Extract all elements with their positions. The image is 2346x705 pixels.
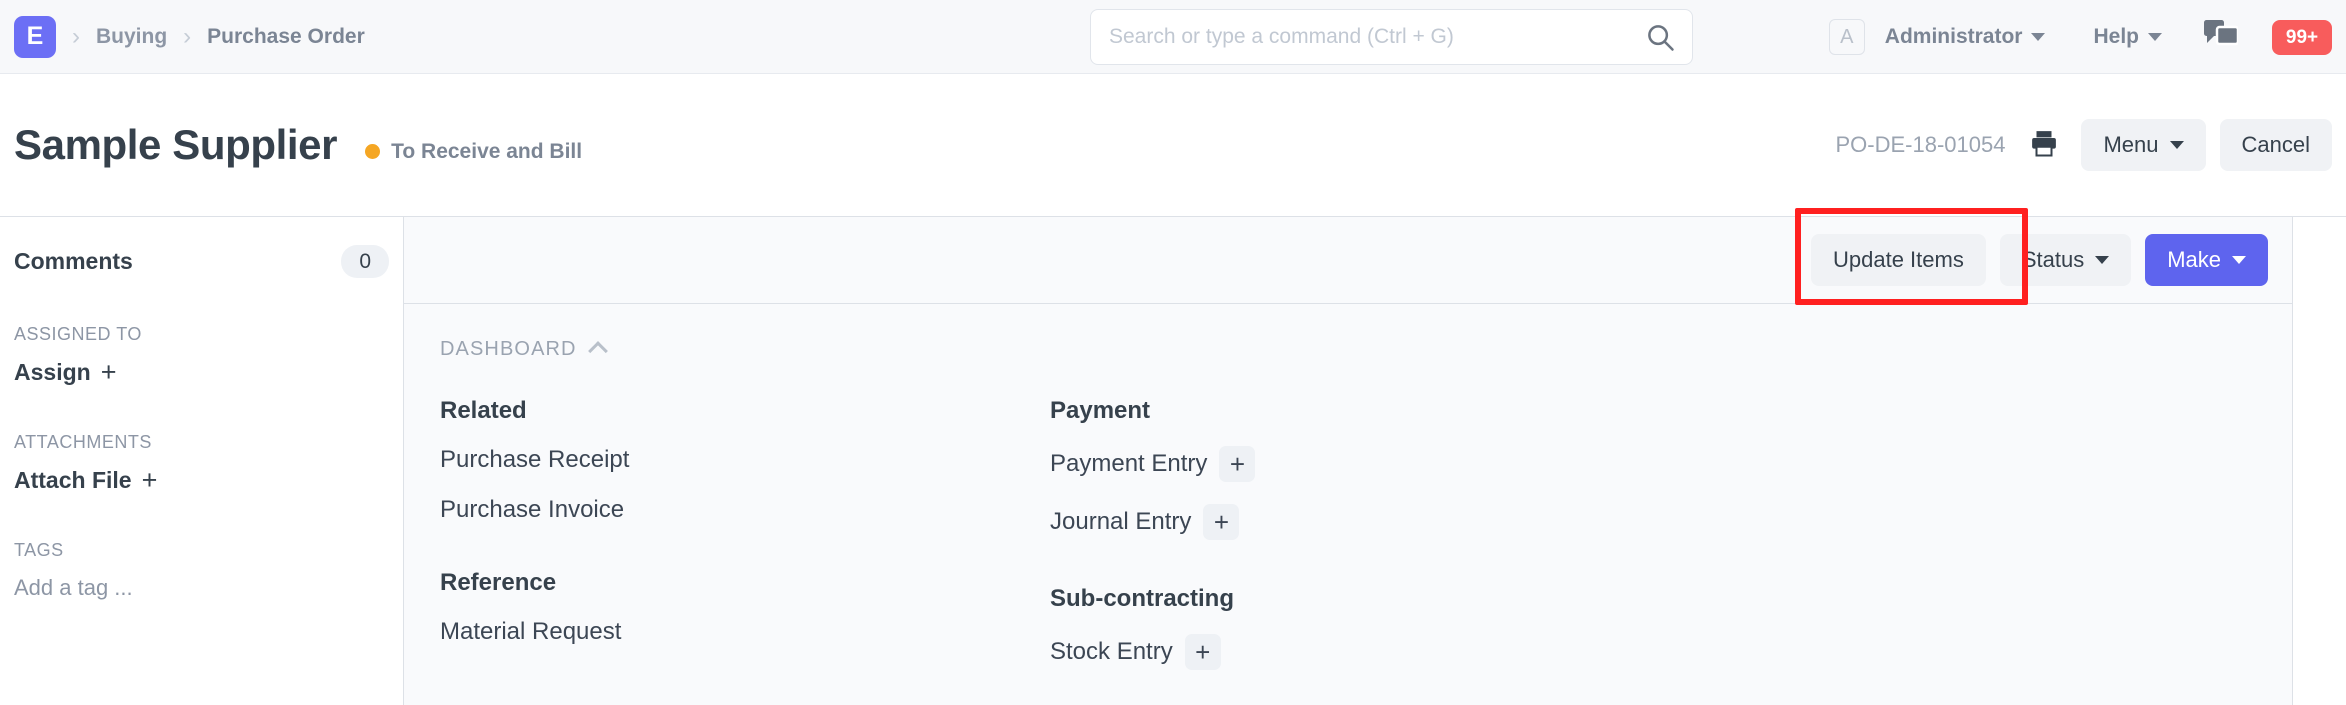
attachments-label: ATTACHMENTS <box>14 432 152 452</box>
add-tag-input[interactable]: Add a tag ... <box>14 575 389 601</box>
user-menu-label: Administrator <box>1884 25 2023 48</box>
dashboard-links-grid: Related Purchase Receipt Purchase Invoic… <box>404 397 2292 681</box>
list-item[interactable]: Purchase Invoice <box>440 485 1050 535</box>
document-body: Comments 0 ASSIGNED TO Assign + ATTACHME… <box>0 216 2346 705</box>
attach-file-button[interactable]: Attach File + <box>14 467 157 494</box>
menu-button[interactable]: Menu <box>2081 119 2206 171</box>
avatar[interactable]: A <box>1828 19 1865 55</box>
printer-icon[interactable] <box>2029 128 2059 163</box>
search-input[interactable] <box>1090 9 1693 65</box>
make-dropdown-button[interactable]: Make <box>2145 234 2268 286</box>
app-logo[interactable]: E <box>14 15 56 58</box>
chevron-down-icon <box>2031 33 2046 41</box>
menu-button-label: Menu <box>2103 132 2159 157</box>
link-purchase-receipt[interactable]: Purchase Receipt <box>440 435 629 485</box>
link-group-reference: Reference Material Request <box>440 569 1050 657</box>
list-item[interactable]: Material Request <box>440 607 1050 657</box>
status-badge: To Receive and Bill <box>365 140 582 164</box>
comments-row[interactable]: Comments 0 <box>14 245 389 278</box>
status-dropdown-label: Status <box>2021 247 2085 272</box>
list-item[interactable]: Payment Entry + <box>1050 435 1660 493</box>
plus-icon: + <box>100 357 117 387</box>
right-rail <box>2294 217 2346 705</box>
global-search <box>1090 9 1693 65</box>
chevron-down-icon <box>2169 141 2184 149</box>
link-material-request[interactable]: Material Request <box>440 607 621 657</box>
cancel-button[interactable]: Cancel <box>2219 119 2332 171</box>
dashboard-column-2: Payment Payment Entry + Journal Entry + <box>1050 397 1660 681</box>
attach-file-label: Attach File <box>14 467 132 493</box>
comments-label: Comments <box>14 248 133 274</box>
breadcrumb-separator-1: › <box>72 22 80 50</box>
link-purchase-invoice[interactable]: Purchase Invoice <box>440 485 624 535</box>
breadcrumb-item-buying[interactable]: Buying <box>96 25 167 49</box>
add-stock-entry-icon[interactable]: + <box>1184 634 1221 670</box>
link-journal-entry-label: Journal Entry <box>1050 508 1192 535</box>
chevron-down-icon <box>2148 33 2162 41</box>
assign-label: Assign <box>14 359 91 385</box>
link-payment-entry[interactable]: Payment Entry + <box>1050 435 1256 493</box>
add-journal-entry-icon[interactable]: + <box>1203 504 1240 540</box>
assign-button[interactable]: Assign + <box>14 359 116 386</box>
comments-count-badge: 0 <box>341 245 389 278</box>
link-journal-entry[interactable]: Journal Entry + <box>1050 493 1240 551</box>
chat-bubbles-icon[interactable] <box>2204 19 2240 56</box>
list-item[interactable]: Journal Entry + <box>1050 493 1660 551</box>
breadcrumb-item-purchase-order[interactable]: Purchase Order <box>207 25 365 49</box>
list-item[interactable]: Purchase Receipt <box>440 435 1050 485</box>
tags-label: TAGS <box>14 540 64 560</box>
document-id: PO-DE-18-01054 <box>1835 132 2006 157</box>
list-item[interactable]: Stock Entry + <box>1050 623 1660 681</box>
dashboard-column-1: Related Purchase Receipt Purchase Invoic… <box>440 397 1050 681</box>
chevron-up-icon[interactable] <box>587 340 608 361</box>
update-items-button[interactable]: Update Items <box>1810 234 1986 286</box>
status-dropdown-button[interactable]: Status <box>1999 234 2132 286</box>
dashboard-section-header[interactable]: DASHBOARD <box>404 338 2292 361</box>
link-stock-entry-label: Stock Entry <box>1050 638 1173 665</box>
link-stock-entry[interactable]: Stock Entry + <box>1050 623 1221 681</box>
make-dropdown-label: Make <box>2167 247 2221 272</box>
navbar-right-actions: A Administrator Help 99+ <box>1828 0 2332 74</box>
notification-badge[interactable]: 99+ <box>2272 19 2332 55</box>
help-menu-label: Help <box>2093 25 2139 48</box>
document-title-group: Sample Supplier To Receive and Bill <box>0 121 582 169</box>
link-group-related: Related Purchase Receipt Purchase Invoic… <box>440 397 1050 535</box>
document-header: Sample Supplier To Receive and Bill PO-D… <box>0 74 2346 216</box>
dashboard-section: DASHBOARD Related Purchase Receipt Purch… <box>404 304 2292 681</box>
link-group-heading: Payment <box>1050 397 1151 424</box>
link-group-sub-contracting: Sub-contracting Stock Entry + <box>1050 585 1660 681</box>
top-navbar: E › Buying › Purchase Order A Administra… <box>0 0 2346 74</box>
link-group-heading: Sub-contracting <box>1050 585 1234 612</box>
breadcrumb: E › Buying › Purchase Order <box>0 15 365 58</box>
page-title: Sample Supplier <box>14 121 338 168</box>
link-group-payment: Payment Payment Entry + Journal Entry + <box>1050 397 1660 551</box>
main-content: Update Items Status Make DASHBOARD Relat… <box>404 217 2293 705</box>
form-toolbar: Update Items Status Make <box>404 217 2292 304</box>
plus-icon: + <box>141 465 158 495</box>
chevron-down-icon <box>2095 256 2110 264</box>
status-dot-icon <box>365 144 381 159</box>
add-payment-entry-icon[interactable]: + <box>1219 446 1256 482</box>
assigned-to-label: ASSIGNED TO <box>14 324 142 344</box>
help-menu[interactable]: Help <box>2089 19 2166 55</box>
breadcrumb-separator-2: › <box>183 22 192 50</box>
document-sidebar: Comments 0 ASSIGNED TO Assign + ATTACHME… <box>0 217 404 705</box>
link-group-heading: Related <box>440 397 527 424</box>
dashboard-section-label: DASHBOARD <box>440 338 577 360</box>
chevron-down-icon <box>2232 256 2246 264</box>
document-header-actions: PO-DE-18-01054 Menu Cancel <box>1835 119 2332 171</box>
status-label: To Receive and Bill <box>391 139 583 163</box>
user-menu[interactable]: Administrator <box>1881 19 2050 55</box>
link-payment-entry-label: Payment Entry <box>1050 450 1208 477</box>
link-group-heading: Reference <box>440 569 557 596</box>
